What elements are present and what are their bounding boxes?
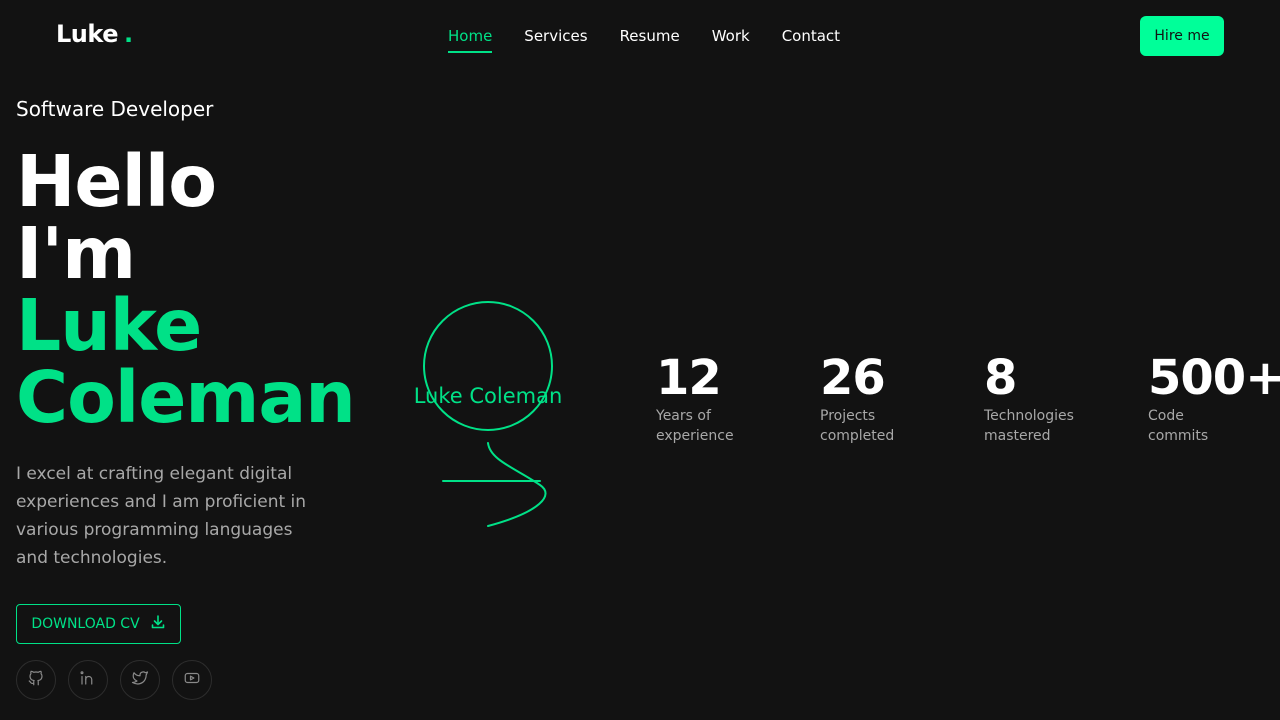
stat-technologies: 8 Technologies mastered [984, 352, 1080, 446]
stat-number: 500+ [1148, 350, 1280, 406]
youtube-link[interactable] [172, 660, 212, 700]
arrow-curve [487, 442, 547, 527]
download-cv-label: DOWNLOAD CV [31, 616, 140, 632]
nav-item-work[interactable]: Work [712, 26, 750, 53]
name-line-2: Coleman [16, 356, 356, 439]
main-nav: Home Services Resume Work Contact [448, 26, 840, 53]
linkedin-icon [79, 669, 97, 691]
stat-commits: 500+ Code commits [1148, 352, 1280, 446]
logo-text: Luke [56, 20, 118, 48]
portfolio-page: Luke. Home Services Resume Work Contact … [0, 0, 1280, 720]
hero-headline: Hello I'm Luke Coleman [16, 140, 356, 439]
social-links [16, 660, 212, 700]
greeting-line-1: Hello [16, 140, 217, 223]
twitter-link[interactable] [120, 660, 160, 700]
nav-item-resume[interactable]: Resume [620, 26, 680, 53]
stat-number: 26 [820, 350, 886, 406]
linkedin-link[interactable] [68, 660, 108, 700]
twitter-icon [131, 669, 149, 691]
stat-label: Technologies mastered [984, 408, 1074, 444]
github-icon [27, 669, 45, 691]
stat-years: 12 Years of experience [656, 352, 752, 446]
nav-item-contact[interactable]: Contact [782, 26, 840, 53]
stat-number: 12 [656, 350, 722, 406]
download-icon [150, 614, 166, 634]
stat-label: Years of experience [656, 408, 734, 444]
nav-item-services[interactable]: Services [524, 26, 587, 53]
signature-circle [423, 301, 553, 431]
stat-label: Projects completed [820, 408, 895, 444]
signature-illustration: Luke Coleman [414, 301, 563, 527]
youtube-icon [183, 669, 201, 691]
signature-text: Luke Coleman [414, 384, 563, 408]
logo-dot: . [123, 20, 133, 48]
github-link[interactable] [16, 660, 56, 700]
role-title: Software Developer [16, 97, 214, 121]
site-logo[interactable]: Luke. [56, 20, 133, 48]
hero-bio: I excel at crafting elegant digital expe… [16, 464, 307, 568]
download-cv-button[interactable]: DOWNLOAD CV [16, 604, 181, 644]
hire-me-button[interactable]: Hire me [1140, 16, 1224, 56]
stat-label: Code commits [1148, 408, 1209, 444]
greeting-line-2: I'm [16, 212, 136, 295]
nav-item-home[interactable]: Home [448, 26, 493, 53]
name-line-1: Luke [16, 284, 202, 367]
stat-projects: 26 Projects completed [820, 352, 916, 446]
stat-number: 8 [984, 350, 1017, 406]
